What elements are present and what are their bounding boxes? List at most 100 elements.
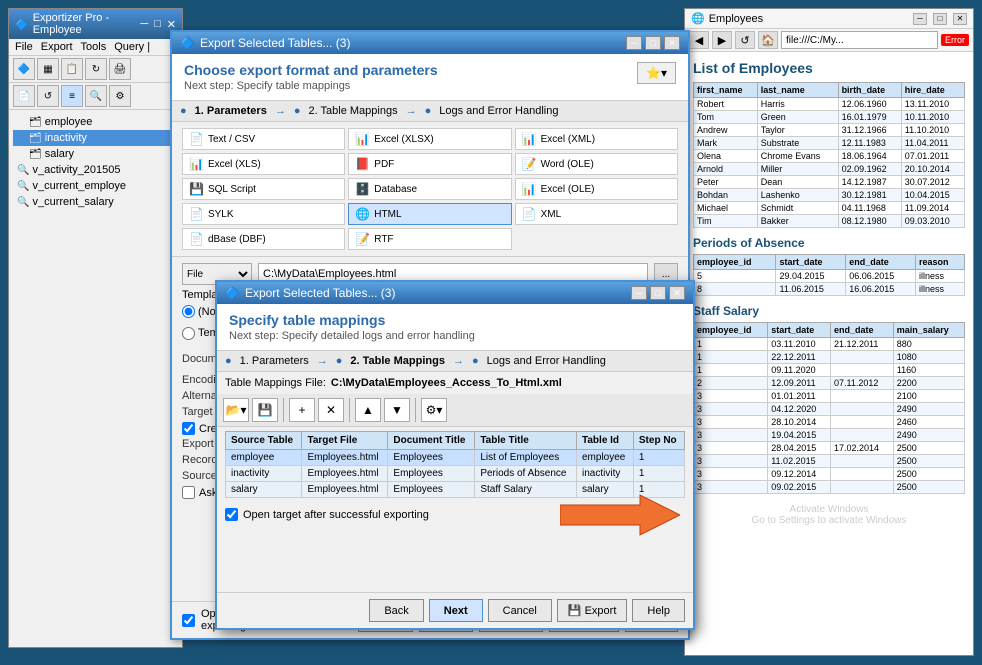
nav-back[interactable]: ◀ [689, 31, 709, 49]
bg-win-maximize[interactable]: □ [154, 18, 161, 30]
sal-col-4: main_salary [893, 323, 964, 338]
ask-checkbox[interactable] [182, 486, 195, 499]
tb-btn-5[interactable]: 🖨 [109, 58, 131, 80]
m-step-2[interactable]: 2. Table Mappings [350, 355, 445, 367]
mapping-add-btn[interactable]: + [289, 398, 315, 422]
bg-app-icon: 🔷 [15, 18, 29, 31]
menu-file[interactable]: File [15, 41, 33, 53]
nav-refresh[interactable]: ↺ [735, 31, 755, 49]
table-icon-1: 🗂 [29, 117, 42, 128]
browser-win-minimize[interactable]: ─ [913, 13, 927, 25]
nav-forward[interactable]: ▶ [712, 31, 732, 49]
fmt-excel-xml[interactable]: 📊 Excel (XML) [515, 128, 678, 150]
tb-btn-misc[interactable]: ⚙ [109, 85, 131, 107]
step-1[interactable]: 1. Parameters [195, 105, 267, 117]
browser-titlebar: 🌐 Employees ─ □ ✕ [685, 9, 973, 29]
tb-btn-6[interactable]: 📄 [13, 85, 35, 107]
col-table-title: Table Title [475, 432, 577, 450]
fmt-excel-xlsx[interactable]: 📊 Excel (XLSX) [348, 128, 511, 150]
menu-query[interactable]: Query | [114, 41, 150, 53]
mapping-title-left: 🔷 Export Selected Tables... (3) [225, 286, 395, 300]
fmt-excel-xls[interactable]: 📊 Excel (XLS) [182, 153, 345, 175]
mapping-save-btn[interactable]: 💾 [252, 398, 278, 422]
export-header-title: Choose export format and parameters [184, 62, 676, 78]
export-dialog-icon: 🔷 [180, 36, 195, 50]
mapping-maximize[interactable]: □ [650, 286, 666, 300]
m-step-1[interactable]: 1. Parameters [240, 355, 309, 367]
fmt-xml[interactable]: 📄 XML [515, 203, 678, 225]
step-3[interactable]: Logs and Error Handling [439, 105, 558, 117]
abs-col-1: employee_id [694, 255, 776, 270]
cancel-button[interactable]: Cancel [488, 599, 552, 622]
salary-row: 109.11.20201160 [694, 364, 965, 377]
mapping-dialog: 🔷 Export Selected Tables... (3) ─ □ ✕ Sp… [215, 280, 695, 630]
mapping-down-btn[interactable]: ▼ [384, 398, 410, 422]
nav-home[interactable]: 🏠 [758, 31, 778, 49]
menu-tools[interactable]: Tools [81, 41, 107, 53]
mapping-row[interactable]: employeeEmployees.htmlEmployeesList of E… [226, 450, 685, 466]
fmt-word[interactable]: 📝 Word (OLE) [515, 153, 678, 175]
tb-btn-2[interactable]: ▦ [37, 58, 59, 80]
browser-win-close[interactable]: ✕ [953, 13, 967, 25]
tree-item-v-current-salary[interactable]: 🔍 v_current_salary [13, 194, 178, 210]
tb-btn-3[interactable]: 📋 [61, 58, 83, 80]
mapping-close[interactable]: ✕ [669, 286, 685, 300]
back-button[interactable]: Back [369, 599, 423, 622]
browser-win-maximize[interactable]: □ [933, 13, 947, 25]
export-btn-icon: 💾 [568, 604, 582, 617]
bg-app-title: Exportizer Pro - Employee [33, 12, 131, 36]
address-bar[interactable] [781, 31, 938, 49]
fmt-excel-ole[interactable]: 📊 Excel (OLE) [515, 178, 678, 200]
fmt-database[interactable]: 🗄️ Database [348, 178, 511, 200]
mapping-remove-btn[interactable]: ✕ [318, 398, 344, 422]
open-target-checkbox[interactable] [225, 508, 238, 521]
m-step-3[interactable]: Logs and Error Handling [487, 355, 606, 367]
fmt-rtf[interactable]: 📝 RTF [348, 228, 511, 250]
tb-btn-7[interactable]: ↺ [37, 85, 59, 107]
template-none-radio[interactable] [182, 305, 195, 318]
tb-btn-1[interactable]: 🔷 [13, 58, 35, 80]
help-button[interactable]: Help [632, 599, 685, 622]
tb-btn-4[interactable]: ↻ [85, 58, 107, 80]
tree-item-v-activity[interactable]: 🔍 v_activity_201505 [13, 162, 178, 178]
mapping-row[interactable]: inactivityEmployees.htmlEmployeesPeriods… [226, 466, 685, 482]
salary-row: 103.11.201021.12.2011880 [694, 338, 965, 351]
salary-row: 309.02.20152500 [694, 481, 965, 494]
fmt-sql[interactable]: 💾 SQL Script [182, 178, 345, 200]
tb-btn-8[interactable]: ≡ [61, 85, 83, 107]
bg-win-close[interactable]: ✕ [167, 18, 176, 31]
export-button[interactable]: 💾 Export [557, 599, 628, 622]
bg-win-minimize[interactable]: ─ [140, 18, 148, 30]
open-target-checkbox-bg[interactable] [182, 614, 195, 627]
fmt-html[interactable]: 🌐 HTML [348, 203, 511, 225]
step-2[interactable]: 2. Table Mappings [308, 105, 397, 117]
employee-row: MarkSubstrate12.11.198311.04.2011 [694, 137, 965, 150]
menu-export[interactable]: Export [41, 41, 73, 53]
mapping-open-btn[interactable]: 📂▾ [223, 398, 249, 422]
fmt-html-icon: 🌐 [355, 207, 370, 221]
tree-item-inactivity[interactable]: 🗂 inactivity [13, 130, 178, 146]
tree-item-v-current-employe[interactable]: 🔍 v_current_employe [13, 178, 178, 194]
fmt-dbase[interactable]: 📄 dBase (DBF) [182, 228, 345, 250]
browser-icon: 🌐 [691, 12, 705, 25]
mapping-up-btn[interactable]: ▲ [355, 398, 381, 422]
create-checkbox[interactable] [182, 422, 195, 435]
next-button[interactable]: Next [429, 599, 483, 622]
mapping-minimize[interactable]: ─ [631, 286, 647, 300]
tb-btn-9[interactable]: 🔍 [85, 85, 107, 107]
salary-row: 309.12.20142500 [694, 468, 965, 481]
export-maximize[interactable]: □ [645, 36, 661, 50]
export-minimize[interactable]: ─ [626, 36, 642, 50]
fmt-text-csv[interactable]: 📄 Text / CSV [182, 128, 345, 150]
mapping-dialog-header: Specify table mappings Next step: Specif… [217, 304, 693, 351]
template-file-radio[interactable] [182, 327, 195, 340]
export-close[interactable]: ✕ [664, 36, 680, 50]
tree-item-employee[interactable]: 🗂 employee [13, 114, 178, 130]
fmt-sylk[interactable]: 📄 SYLK [182, 203, 345, 225]
employee-row: TomGreen16.01.197910.11.2010 [694, 111, 965, 124]
fmt-pdf[interactable]: 📕 PDF [348, 153, 511, 175]
mapping-more-btn[interactable]: ⚙▾ [421, 398, 447, 422]
tree-item-salary[interactable]: 🗂 salary [13, 146, 178, 162]
star-button[interactable]: ⭐▾ [637, 62, 676, 84]
salary-row: 212.09.201107.11.20122200 [694, 377, 965, 390]
